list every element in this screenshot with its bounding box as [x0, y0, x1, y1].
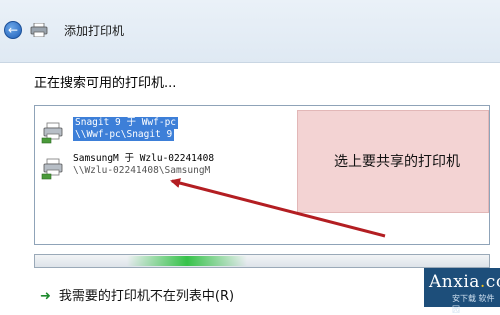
watermark-logo: Anxia.com [429, 272, 500, 292]
back-button[interactable]: ← [4, 21, 22, 39]
site-watermark: Anxia.com 安下载 软件园 [424, 268, 500, 314]
search-status-heading: 正在搜索可用的打印机... [34, 76, 177, 91]
printer-path: \\Wzlu-02241408\SamsungM [73, 165, 211, 176]
printer-icon [30, 23, 48, 37]
printer-path: \\Wwf-pc\Snagit 9 [73, 129, 175, 141]
callout-text: 选上要共享的打印机 [334, 154, 460, 170]
title-bar: ← 添加打印机 [0, 0, 500, 63]
progress-indicator [127, 256, 247, 266]
green-arrow-icon: ➜ [40, 289, 51, 304]
watermark-subtitle: 安下载 软件园 [452, 294, 495, 314]
printer-not-listed-link[interactable]: ➜ 我需要的打印机不在列表中(R) [40, 285, 234, 304]
network-printer-icon [41, 158, 63, 180]
window-title: 添加打印机 [64, 24, 125, 38]
printer-not-listed-label: 我需要的打印机不在列表中(R) [58, 289, 235, 304]
back-arrow-icon: ← [7, 23, 19, 37]
printer-name: Snagit 9 于 Wwf-pc [73, 117, 179, 129]
annotation-callout: 选上要共享的打印机 [297, 110, 489, 213]
network-printer-icon [41, 122, 63, 144]
search-progress-bar [34, 254, 490, 268]
printer-name: SamsungM 于 Wzlu-02241408 [73, 153, 215, 164]
